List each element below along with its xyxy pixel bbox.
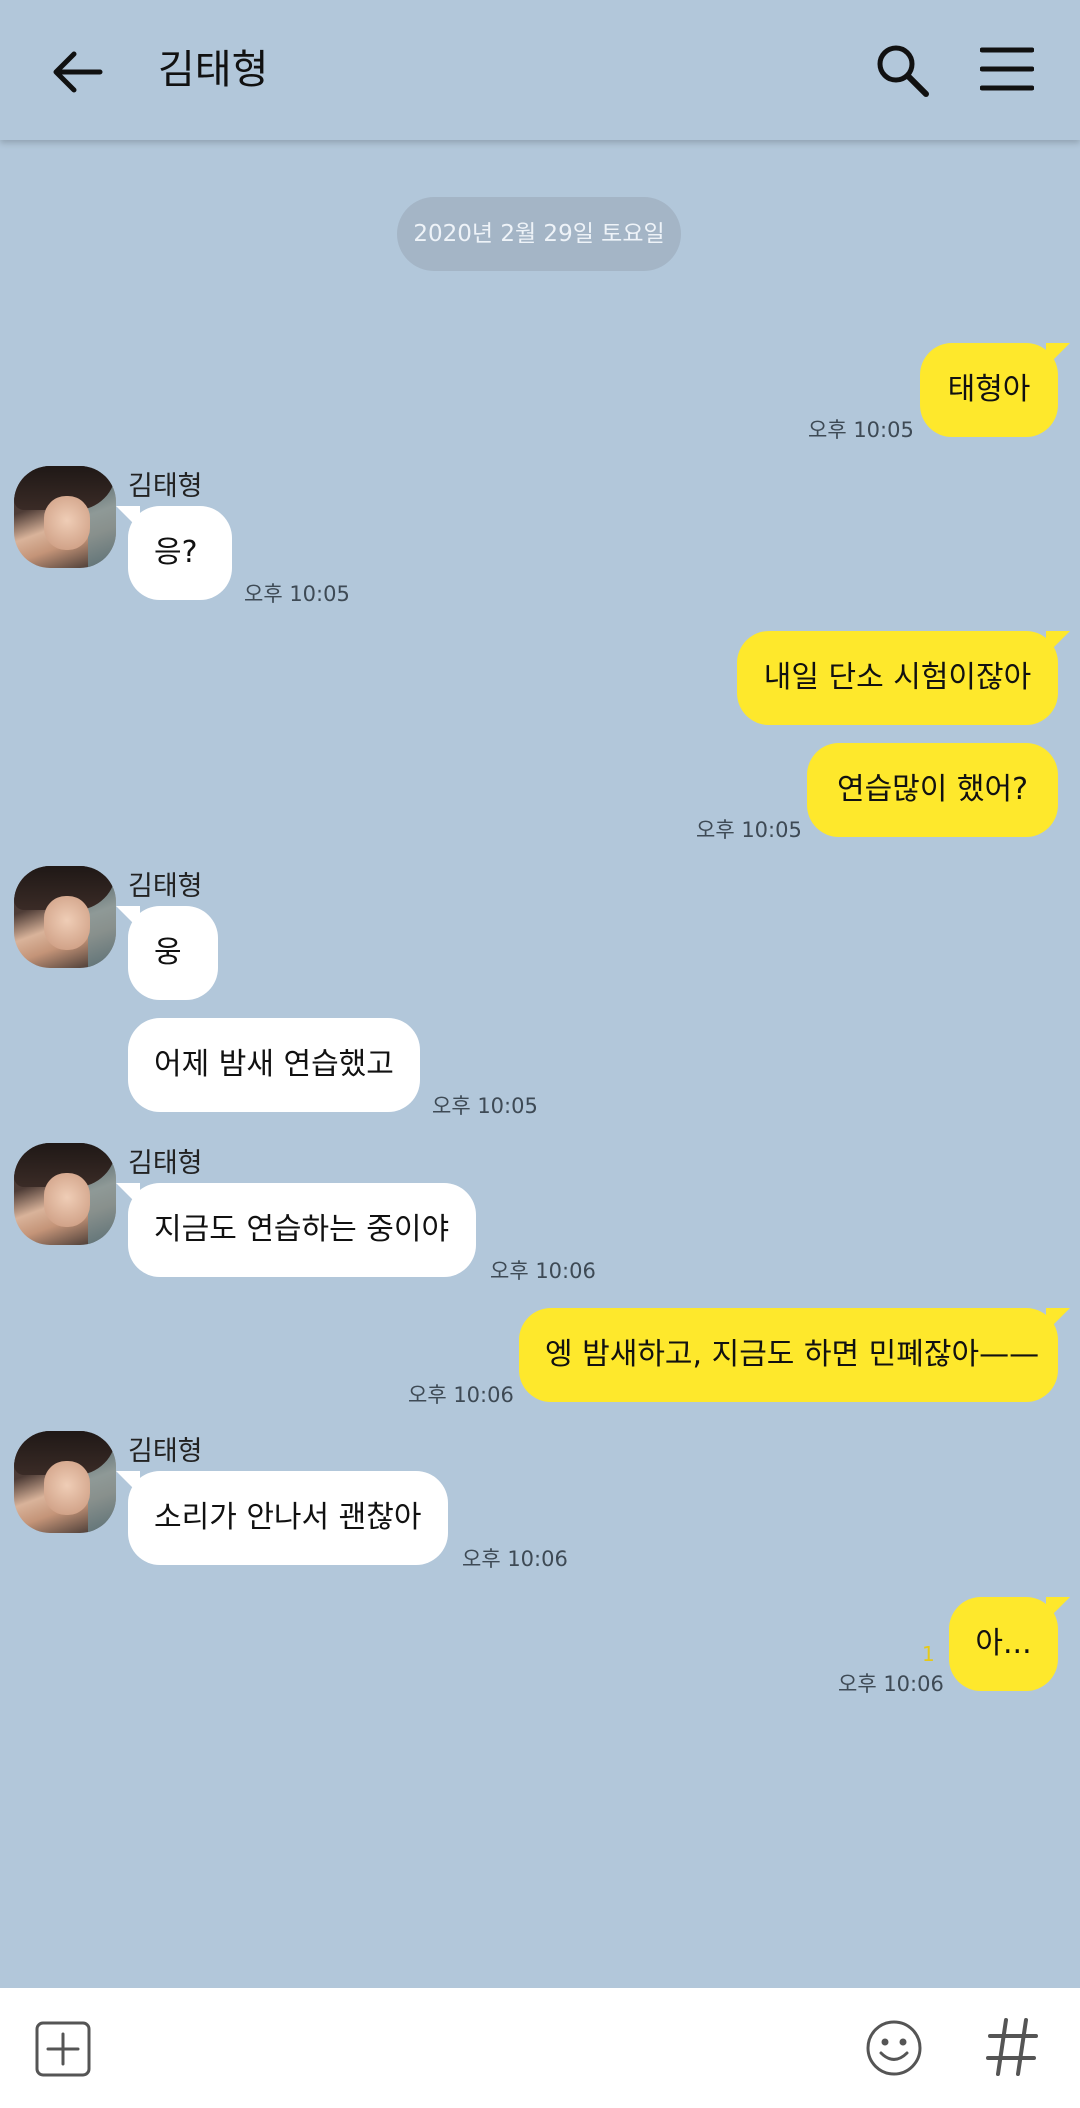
sender-name: 김태형 [128, 471, 203, 502]
bubble-tail [116, 506, 140, 530]
unread-count: 1 [922, 1642, 935, 1666]
outgoing-message[interactable]: 내일 단소 시험이잖아 [737, 631, 1070, 725]
message-text: 연습많이 했어? [836, 772, 1029, 807]
message-text: 소리가 안나서 괜찮아 [154, 1500, 422, 1535]
emoji-icon[interactable] [864, 2018, 924, 2078]
message-text: 어제 밤새 연습했고 [154, 1047, 394, 1082]
outgoing-message[interactable]: 엥 밤새하고, 지금도 하면 민폐잖아—— [519, 1308, 1070, 1402]
search-icon[interactable] [872, 40, 932, 100]
back-arrow-icon[interactable] [48, 42, 108, 102]
message-text: 내일 단소 시험이잖아 [763, 660, 1032, 695]
bubble-tail [116, 1183, 140, 1207]
message-text: 엥 밤새하고, 지금도 하면 민폐잖아—— [545, 1337, 1040, 1372]
message-text: 웅 [154, 935, 182, 970]
message-text: 응? [154, 535, 198, 570]
message-time: 오후 10:05 [244, 582, 350, 606]
sender-name: 김태형 [128, 1436, 203, 1467]
chat-header: 김태형 [0, 0, 1080, 140]
input-bar [0, 1988, 1080, 2108]
outgoing-message[interactable]: 태형아 [920, 343, 1070, 437]
bubble-tail [1046, 343, 1070, 367]
message-time: 오후 10:05 [696, 818, 802, 842]
hashtag-icon[interactable] [984, 2016, 1040, 2078]
menu-icon[interactable] [980, 44, 1034, 94]
avatar[interactable] [14, 466, 116, 568]
avatar[interactable] [14, 1143, 116, 1245]
bubble-tail [116, 906, 140, 930]
incoming-message[interactable]: 소리가 안나서 괜찮아 [116, 1471, 448, 1565]
bubble-tail [1046, 1308, 1070, 1332]
avatar[interactable] [14, 1431, 116, 1533]
message-text: 아... [975, 1626, 1032, 1661]
bubble-tail [1046, 631, 1070, 655]
message-time: 오후 10:06 [490, 1259, 596, 1283]
outgoing-message[interactable]: 연습많이 했어? [807, 743, 1058, 837]
message-time: 오후 10:06 [838, 1672, 944, 1696]
avatar[interactable] [14, 866, 116, 968]
chat-title: 김태형 [158, 47, 269, 93]
bubble-tail [1046, 1597, 1070, 1621]
incoming-message[interactable]: 어제 밤새 연습했고 [128, 1018, 420, 1112]
message-time: 오후 10:05 [808, 418, 914, 442]
incoming-message[interactable]: 웅 [116, 906, 218, 1000]
message-time: 오후 10:05 [432, 1094, 538, 1118]
incoming-message[interactable]: 지금도 연습하는 중이야 [116, 1183, 476, 1277]
message-text: 지금도 연습하는 중이야 [154, 1212, 450, 1247]
message-time: 오후 10:06 [462, 1547, 568, 1571]
message-text: 태형아 [947, 372, 1031, 407]
bubble-tail [116, 1471, 140, 1495]
incoming-message[interactable]: 응? [116, 506, 232, 600]
outgoing-message[interactable]: 아... [949, 1597, 1070, 1691]
sender-name: 김태형 [128, 871, 203, 902]
date-divider: 2020년 2월 29일 토요일 [397, 197, 681, 271]
plus-icon[interactable] [34, 2020, 92, 2078]
sender-name: 김태형 [128, 1148, 203, 1179]
message-time: 오후 10:06 [408, 1383, 514, 1407]
